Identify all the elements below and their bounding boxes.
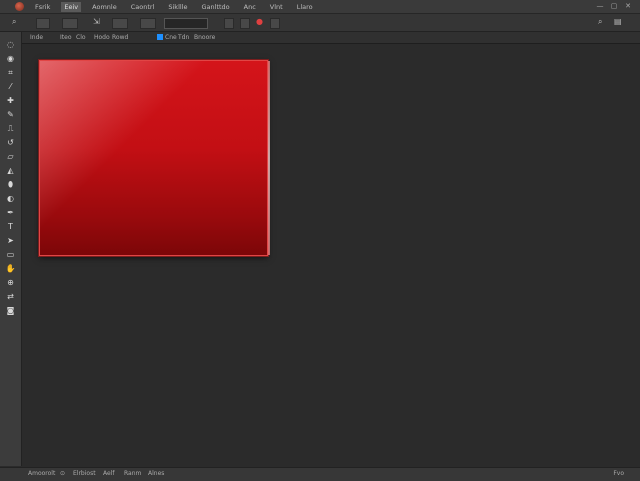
option-toggle[interactable]	[36, 18, 50, 29]
hand-icon[interactable]: ✋	[5, 263, 16, 274]
crop-icon[interactable]: ⌗	[5, 67, 16, 78]
status-label: Ranm	[124, 470, 142, 477]
menu-item[interactable]: Ganlttdo	[199, 2, 233, 12]
menu-item[interactable]: Eeiv	[61, 1, 82, 12]
quick-mask-icon[interactable]: ◙	[5, 305, 16, 316]
tools-panel: ◌ ◉ ⌗ ⁄ ✚ ✎ ⎍ ↺ ▱ ◭ ⬮ ◐ ✒ T ➤ ▭ ✋ ⊕ ⇄ ◙	[0, 32, 22, 466]
info-icon[interactable]: ⊙	[60, 470, 65, 477]
tab-label[interactable]: Iteo	[60, 34, 71, 41]
type-icon[interactable]: T	[5, 221, 16, 232]
menu-item[interactable]: Anc	[241, 2, 259, 12]
menu-item[interactable]: Caontrl	[128, 2, 158, 12]
menu-item[interactable]: Vlnt	[267, 2, 286, 12]
tab-label[interactable]: Hodo	[94, 34, 110, 41]
eraser-icon[interactable]: ▱	[5, 151, 16, 162]
tab-label[interactable]: Bnoore	[194, 34, 215, 41]
option-button[interactable]	[240, 18, 250, 29]
document-tab-bar: Inde Iteo Clo Hodo Rowd Cne Tdn Bnoore	[22, 32, 640, 44]
close-icon[interactable]: ✕	[624, 2, 632, 10]
menu-item[interactable]: Fsrik	[32, 2, 53, 12]
app-logo-icon	[15, 2, 24, 11]
status-label: Alnes	[148, 470, 165, 477]
bucket-icon[interactable]: ◭	[5, 165, 16, 176]
window-controls: — ▢ ✕	[596, 2, 632, 10]
option-field[interactable]	[164, 18, 208, 29]
red-gradient-artboard[interactable]	[39, 60, 270, 256]
lasso-tool-icon[interactable]: ◌	[5, 39, 16, 50]
record-icon[interactable]: ●	[256, 18, 264, 26]
maximize-icon[interactable]: ▢	[610, 2, 618, 10]
tab-label[interactable]: Clo	[76, 34, 86, 41]
options-bar: ⌕ ⇲ ● ⌕ ▤	[0, 14, 640, 32]
transform-icon[interactable]: ⇲	[93, 18, 101, 26]
zoom-icon[interactable]: ⊕	[5, 277, 16, 288]
option-button[interactable]	[224, 18, 234, 29]
blur-icon[interactable]: ⬮	[5, 179, 16, 190]
tab-label[interactable]: Inde	[30, 34, 43, 41]
option-dropdown[interactable]	[62, 18, 78, 29]
status-bar: Amoorolt ⊙ Elrbiost Aelf Ranm Alnes Fvo	[0, 467, 640, 481]
status-label: Aelf	[103, 470, 115, 477]
pen-icon[interactable]: ✒	[5, 207, 16, 218]
workspace-icon[interactable]: ▤	[614, 18, 622, 26]
quick-select-icon[interactable]: ◉	[5, 53, 16, 64]
spot-heal-icon[interactable]: ✚	[5, 95, 16, 106]
tab-label[interactable]: Cne	[165, 34, 177, 41]
status-label: Elrbiost	[73, 470, 96, 477]
menu-item[interactable]: Llaro	[294, 2, 316, 12]
option-button[interactable]	[140, 18, 156, 29]
menu-item[interactable]: Aomnle	[89, 2, 120, 12]
move-icon[interactable]: ⌕	[12, 18, 20, 26]
tab-label[interactable]: Tdn	[178, 34, 189, 41]
color-swap-icon[interactable]: ⇄	[5, 291, 16, 302]
menu-bar: Fsrik Eeiv Aomnle Caontrl Sikllle Ganltt…	[0, 0, 640, 14]
menu-item[interactable]: Sikllle	[165, 2, 190, 12]
history-brush-icon[interactable]: ↺	[5, 137, 16, 148]
shape-icon[interactable]: ▭	[5, 249, 16, 260]
status-label: Amoorolt	[28, 470, 56, 477]
brush-icon[interactable]: ✎	[5, 109, 16, 120]
option-button[interactable]	[270, 18, 280, 29]
path-select-icon[interactable]: ➤	[5, 235, 16, 246]
option-button[interactable]	[112, 18, 128, 29]
search-icon[interactable]: ⌕	[598, 18, 606, 26]
color-swatch-icon[interactable]	[157, 34, 163, 40]
dodge-icon[interactable]: ◐	[5, 193, 16, 204]
eyedropper-icon[interactable]: ⁄	[5, 81, 16, 92]
minimize-icon[interactable]: —	[596, 2, 604, 10]
status-label: Fvo	[613, 470, 624, 477]
stamp-icon[interactable]: ⎍	[5, 123, 16, 134]
tab-label[interactable]: Rowd	[112, 34, 128, 41]
